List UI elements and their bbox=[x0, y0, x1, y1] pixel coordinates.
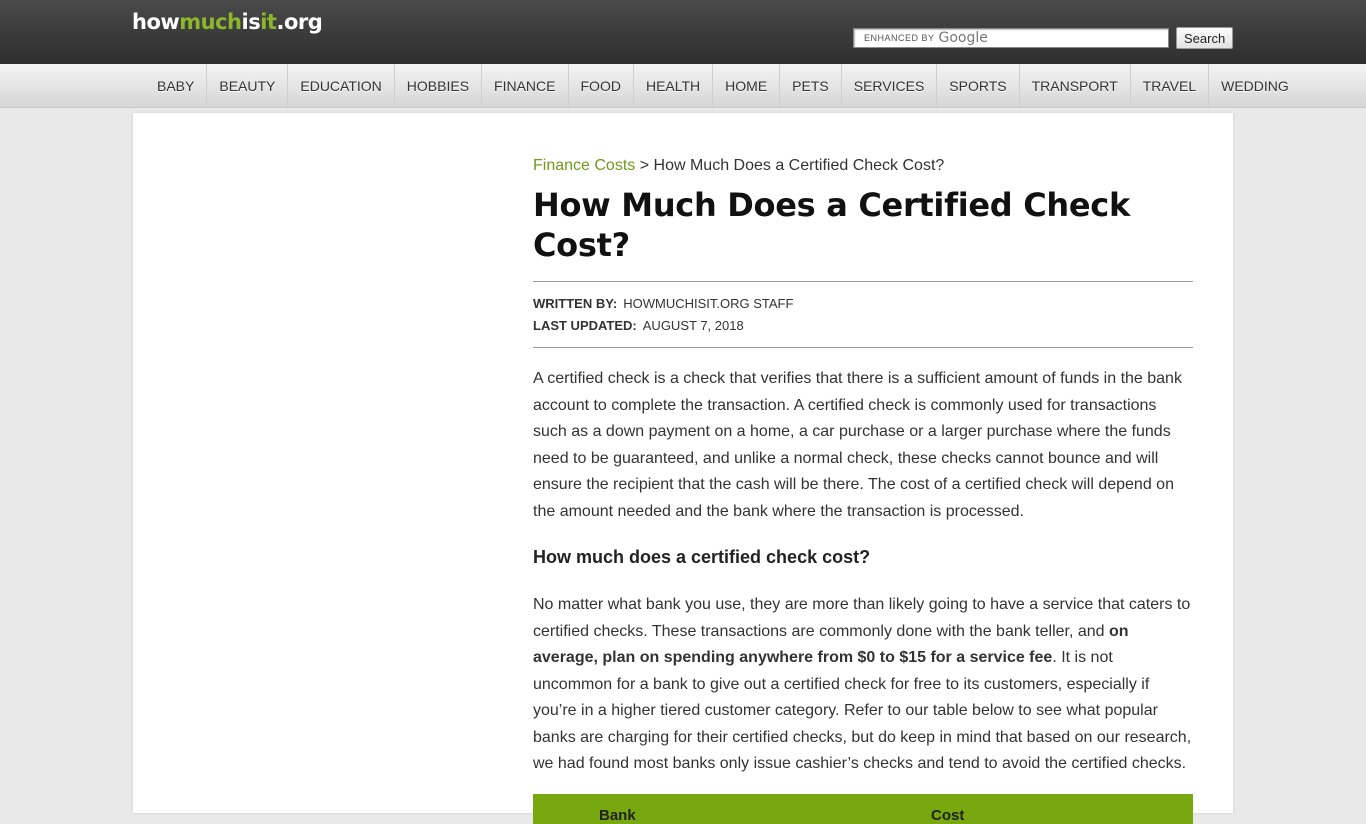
nav-item-travel[interactable]: TRAVEL bbox=[1131, 63, 1210, 108]
enhanced-by-label: ENHANCED BY bbox=[864, 33, 935, 43]
category-nav: BABY BEAUTY EDUCATION HOBBIES FINANCE FO… bbox=[0, 63, 1366, 108]
breadcrumb-parent-link[interactable]: Finance Costs bbox=[533, 157, 635, 174]
table-header-cost: Cost bbox=[931, 806, 965, 824]
breadcrumb-current: How Much Does a Certified Check Cost? bbox=[653, 157, 945, 174]
nav-item-education[interactable]: EDUCATION bbox=[288, 63, 395, 108]
last-updated-label: LAST UPDATED: bbox=[533, 318, 637, 333]
breadcrumb-separator: > bbox=[639, 157, 650, 174]
nav-item-finance[interactable]: FINANCE bbox=[482, 63, 569, 108]
google-logo: Google bbox=[938, 30, 988, 46]
content-card: Finance Costs > How Much Does a Certifie… bbox=[133, 113, 1233, 824]
last-updated-value: AUGUST 7, 2018 bbox=[642, 318, 744, 333]
cost-paragraph-end: . It is not uncommon for a bank to give … bbox=[533, 649, 1192, 772]
last-updated-row: LAST UPDATED: AUGUST 7, 2018 bbox=[533, 315, 1193, 337]
nav-item-pets[interactable]: PETS bbox=[780, 63, 842, 108]
nav-item-health[interactable]: HEALTH bbox=[634, 63, 714, 108]
written-by-row: WRITTEN BY: HOWMUCHISIT.ORG STAFF bbox=[533, 293, 1193, 315]
logo-much: much bbox=[179, 10, 242, 34]
written-by-label: WRITTEN BY: bbox=[533, 296, 618, 311]
nav-item-transport[interactable]: TRANSPORT bbox=[1020, 63, 1131, 108]
nav-item-baby[interactable]: BABY bbox=[145, 63, 208, 108]
section-heading: How much does a certified check cost? bbox=[533, 547, 871, 567]
table-header-bank: Bank bbox=[599, 806, 636, 824]
search-button[interactable]: Search bbox=[1176, 27, 1234, 49]
cost-table-header: Bank Cost bbox=[533, 793, 1193, 824]
intro-paragraph: A certified check is a check that verifi… bbox=[533, 370, 1182, 520]
nav-item-food[interactable]: FOOD bbox=[569, 63, 634, 108]
logo-how: how bbox=[132, 10, 180, 34]
cost-paragraph-start: No matter what bank you use, they are mo… bbox=[533, 596, 1191, 640]
search-form: ENHANCED BY Google Search bbox=[853, 27, 1234, 49]
article: Finance Costs > How Much Does a Certifie… bbox=[533, 157, 1193, 824]
nav-item-services[interactable]: SERVICES bbox=[842, 63, 938, 108]
cost-paragraph: No matter what bank you use, they are mo… bbox=[533, 592, 1193, 778]
nav-item-home[interactable]: HOME bbox=[713, 63, 781, 108]
search-input[interactable]: ENHANCED BY Google bbox=[853, 28, 1169, 48]
nav-item-sports[interactable]: SPORTS bbox=[937, 63, 1020, 108]
logo-it: it bbox=[260, 10, 277, 34]
logo-is: is bbox=[241, 10, 261, 34]
logo-org: .org bbox=[276, 10, 323, 34]
breadcrumb: Finance Costs > How Much Does a Certifie… bbox=[533, 157, 1193, 175]
article-meta: WRITTEN BY: HOWMUCHISIT.ORG STAFF LAST UP… bbox=[533, 281, 1193, 348]
page-title: How Much Does a Certified Check Cost? bbox=[533, 186, 1130, 264]
site-logo[interactable]: howmuchisit.org bbox=[132, 10, 323, 34]
nav-item-beauty[interactable]: BEAUTY bbox=[207, 63, 289, 108]
nav-item-hobbies[interactable]: HOBBIES bbox=[395, 63, 483, 108]
nav-item-wedding[interactable]: WEDDING bbox=[1209, 64, 1301, 108]
site-header: howmuchisit.org ENHANCED BY Google Searc… bbox=[0, 0, 1366, 64]
written-by-value: HOWMUCHISIT.ORG STAFF bbox=[623, 296, 794, 311]
